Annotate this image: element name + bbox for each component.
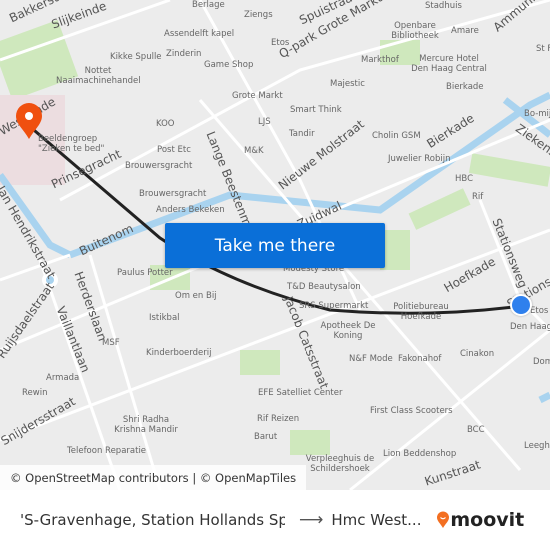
destination-name: Hmc West... xyxy=(331,511,422,529)
poi-label: Leeghwaterplein xyxy=(524,441,550,451)
poi-label: Game Shop xyxy=(204,60,254,70)
poi-label: Brouwersgracht xyxy=(125,161,193,171)
poi-label: Zinderin xyxy=(166,49,202,59)
poi-label: Politiebureau Hoefkade xyxy=(393,302,449,322)
poi-label: Kinderboerderij xyxy=(146,348,212,358)
poi-label: Armada xyxy=(46,373,80,383)
route-bar: 'S-Gravenhage, Station Hollands Spo... ⟶… xyxy=(0,490,550,550)
moovit-pin-icon xyxy=(437,511,450,528)
poi-label: Istikbal xyxy=(149,313,180,323)
poi-label: Tandir xyxy=(289,129,315,139)
poi-label: Rewin xyxy=(22,388,48,398)
poi-label: Barut xyxy=(254,432,278,442)
poi-label: BCC xyxy=(467,425,485,435)
poi-label: Bierkade xyxy=(446,82,484,92)
poi-label: Shri Radha Krishna Mandir xyxy=(114,415,178,435)
poi-label: Smart Think xyxy=(290,105,342,115)
poi-label: Paulus Potter xyxy=(117,268,173,278)
poi-label: Om en Bij xyxy=(175,291,217,301)
poi-label: Markthof xyxy=(361,55,399,65)
poi-label: Kikke Spulle xyxy=(110,52,162,62)
poi-label: LJS xyxy=(258,117,271,127)
poi-label: Juwelier Robijn xyxy=(388,154,451,164)
poi-label: Fakonahof xyxy=(398,354,442,364)
origin-name: 'S-Gravenhage, Station Hollands Spo... xyxy=(20,511,285,529)
map[interactable]: Bakkerstraat Slijkeinde Spuistraat Q-par… xyxy=(0,0,550,490)
take-me-there-button[interactable]: Take me there xyxy=(165,223,385,268)
poi-label: Beeldengroep "Zieken te bed" xyxy=(38,134,105,154)
poi-label: T&D Beautysalon xyxy=(287,282,361,292)
poi-label: First Class Scooters xyxy=(370,406,453,416)
poi-label: N&F Mode xyxy=(349,354,393,364)
poi-label: Cinakon xyxy=(460,349,495,359)
poi-label: Grote Markt xyxy=(232,91,283,101)
poi-label: Mercure Hotel Den Haag Central xyxy=(411,54,487,74)
poi-label: Etos xyxy=(530,306,549,316)
poi-label: Rif Reizen xyxy=(257,414,300,424)
destination-dot-icon[interactable] xyxy=(510,294,532,316)
poi-label: Anders Bekeken xyxy=(156,205,225,215)
origin-pin-icon[interactable] xyxy=(14,102,44,140)
poi-label: Amare xyxy=(451,26,479,36)
poi-label: KOO xyxy=(156,119,175,129)
poi-label: Stadhuis xyxy=(425,1,462,11)
moovit-wordmark: moovit xyxy=(450,509,525,531)
poi-label: Assendelft kapel xyxy=(164,29,235,39)
poi-label: Etos xyxy=(271,38,290,48)
poi-label: Rif xyxy=(472,192,484,202)
poi-label: EFE Satelliet Center xyxy=(258,388,343,398)
poi-label: Telefoon Reparatie xyxy=(67,446,147,456)
poi-label: Post Etc xyxy=(157,145,191,155)
poi-label: Dom xyxy=(533,357,550,367)
poi-label: Majestic xyxy=(330,79,365,89)
poi-label: M&K xyxy=(244,146,264,156)
poi-label: SRS Supermarkt xyxy=(299,301,369,311)
poi-label: Berlage xyxy=(192,0,225,10)
moovit-logo[interactable]: moovit xyxy=(436,509,524,531)
poi-label: Den Haag xyxy=(510,322,550,332)
poi-label: HBC xyxy=(455,174,474,184)
poi-label: Cholin GSM xyxy=(372,131,421,141)
poi-label: St F xyxy=(536,44,550,54)
poi-label: Lion Beddenshop xyxy=(383,449,457,459)
poi-label: Verpleeghuis de Schildershoek xyxy=(305,454,375,474)
poi-label: Brouwersgracht xyxy=(139,189,207,199)
poi-label: Apotheek De Koning xyxy=(320,321,376,341)
poi-label: Nottet Naaimachinehandel xyxy=(56,66,141,86)
map-attribution[interactable]: © OpenStreetMap contributors | © OpenMap… xyxy=(0,465,307,490)
poi-label: Bo-mij xyxy=(524,109,550,119)
poi-label: Openbare Bibliotheek xyxy=(391,21,439,41)
poi-label: Ziengs xyxy=(244,10,273,20)
poi-label: MSF xyxy=(102,338,120,348)
arrow-right-icon: ⟶ xyxy=(299,510,324,530)
